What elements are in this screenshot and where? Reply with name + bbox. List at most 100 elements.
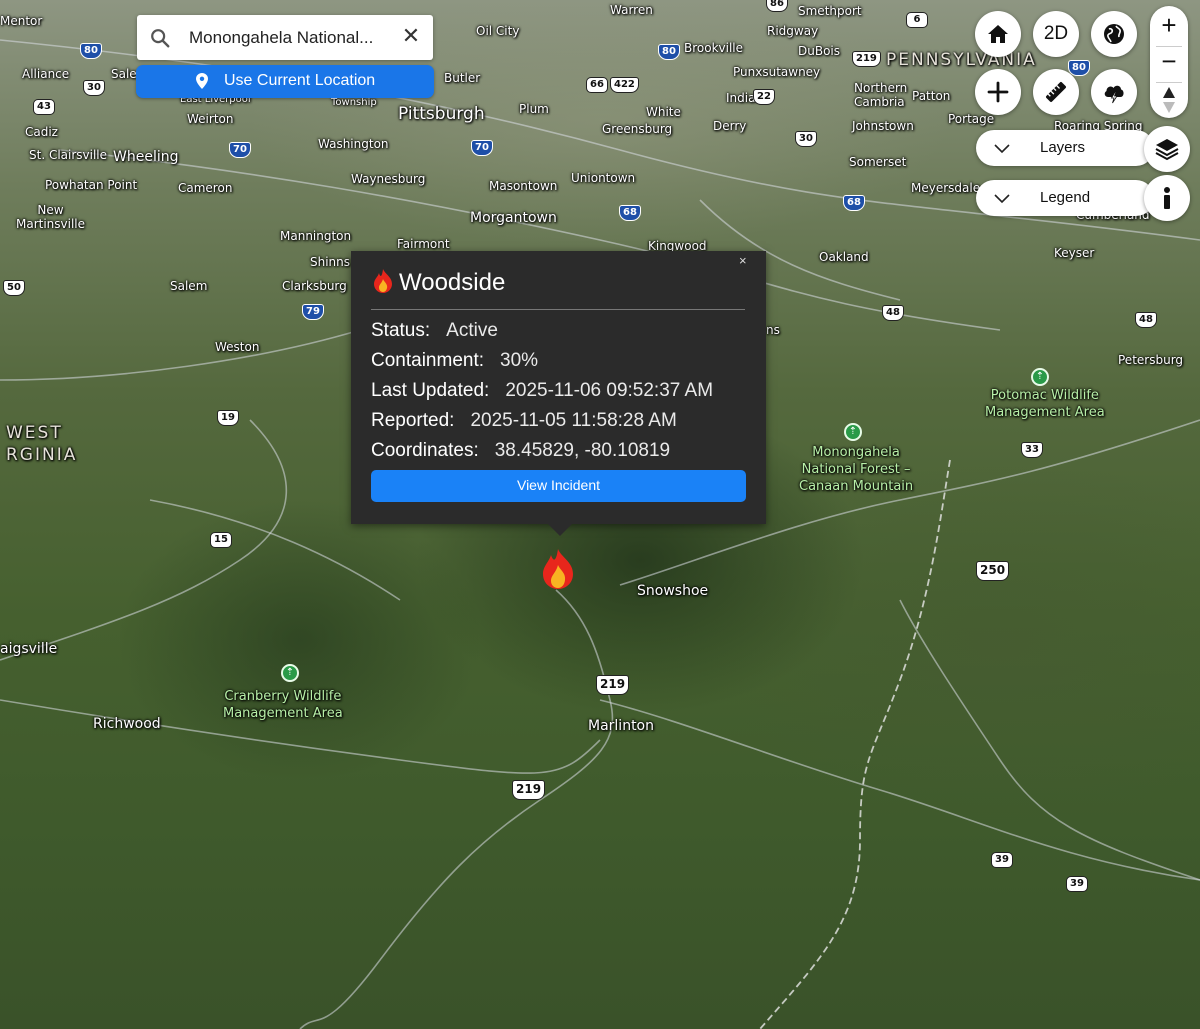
view-incident-button[interactable]: View Incident [371, 470, 746, 502]
incident-status-row: Status: Active [371, 320, 498, 342]
search-box[interactable]: ✕ [137, 15, 433, 60]
ruler-icon [1046, 82, 1066, 102]
place-label-cameron: Cameron [178, 181, 233, 195]
layers-label: Layers [1040, 139, 1086, 156]
place-label-smethport: Smethport [798, 4, 862, 18]
park-label-potomac: Potomac Wildlife Management Area [985, 388, 1105, 420]
place-label-derry: Derry [713, 119, 747, 133]
row-label: Last Updated: [371, 380, 490, 401]
route-shield: 19 [217, 410, 239, 426]
zoom-in-button[interactable]: + [1150, 8, 1188, 44]
row-value: 2025-11-05 11:58:28 AM [470, 410, 677, 431]
search-input[interactable] [187, 23, 381, 53]
state-label-west-virginia: WEST RGINIA [6, 423, 78, 465]
place-label-shinnston: Shinns [310, 255, 351, 269]
route-shield: 33 [1021, 442, 1043, 458]
home-button[interactable] [975, 11, 1021, 57]
zoom-control: + − [1150, 6, 1188, 118]
row-label: Containment: [371, 350, 485, 371]
info-button[interactable] [1144, 175, 1190, 221]
route-shield: 39 [1066, 876, 1088, 892]
row-value: Active [446, 320, 498, 341]
place-label-craigsville: aigsville [0, 641, 58, 657]
park-label-cranberry: Cranberry Wildlife Management Area [223, 689, 343, 721]
place-label-weirton: Weirton [187, 112, 234, 126]
place-label-dubois: DuBois [798, 44, 841, 58]
incident-reported-row: Reported: 2025-11-05 11:58:28 AM [371, 410, 677, 432]
place-label-mannington: Mannington [280, 229, 352, 243]
zoom-out-button[interactable]: − [1150, 44, 1188, 80]
cloud-lightning-icon [1104, 85, 1124, 104]
route-shield: 30 [83, 80, 105, 96]
place-label-oil-city: Oil City [476, 24, 520, 38]
layers-button[interactable] [1144, 126, 1190, 172]
route-shield: 48 [1135, 312, 1157, 328]
popup-divider [371, 309, 745, 310]
park-marker-icon[interactable]: ⇡ [281, 664, 299, 682]
place-label-portage: Portage [948, 112, 995, 126]
park-marker-icon[interactable]: ⇡ [1031, 368, 1049, 386]
state-label-pennsylvania: PENNSYLVANIA [886, 50, 1037, 70]
route-shield: 80 [80, 43, 102, 59]
route-shield: 39 [991, 852, 1013, 868]
row-value: 30% [500, 350, 539, 371]
search-icon [151, 29, 170, 48]
place-label-johnstown: Johnstown [852, 119, 914, 133]
place-label-salem-wv: Salem [170, 279, 208, 293]
route-shield: 48 [882, 305, 904, 321]
route-shield: 68 [843, 195, 865, 211]
place-label-somerset: Somerset [849, 155, 907, 169]
park-label-monongahela: Monongahela National Forest – Canaan Mou… [799, 445, 914, 494]
close-icon[interactable]: ✕ [399, 25, 423, 49]
route-shield: 70 [229, 142, 251, 158]
place-label-oakland: Oakland [819, 250, 869, 264]
place-label-alliance: Alliance [22, 67, 70, 81]
incident-popup: × Woodside Status: Active Containment: 30%… [351, 251, 766, 536]
place-label-uniontown: Uniontown [571, 171, 636, 185]
compass-icon [1163, 87, 1175, 113]
place-label-waynesburg: Waynesburg [351, 172, 426, 186]
place-label-new-martinsville: New Martinsville [16, 203, 86, 231]
place-label-ridgway: Ridgway [767, 24, 819, 38]
place-label-northern-cambria: Northern Cambria [854, 81, 908, 109]
route-shield: 22 [753, 89, 775, 105]
chevron-down-icon [994, 144, 1010, 154]
fire-icon[interactable] [540, 548, 576, 590]
chevron-down-icon [994, 194, 1010, 204]
place-label-masontown: Masontown [489, 179, 558, 193]
place-label-washington: Washington [318, 137, 389, 151]
place-label-richwood: Richwood [93, 716, 161, 732]
layers-toggle-button[interactable]: Layers [976, 130, 1154, 166]
fire-icon [374, 269, 392, 293]
route-shield: 6 [906, 12, 928, 28]
park-marker-icon[interactable]: ⇡ [844, 423, 862, 441]
route-shield: 43 [33, 99, 55, 115]
route-shield: 86 [766, 0, 788, 12]
legend-toggle-button[interactable]: Legend [976, 180, 1154, 216]
place-label-wheeling: Wheeling [113, 149, 179, 165]
place-label-keyser: Keyser [1054, 246, 1095, 260]
popup-pointer [548, 524, 572, 536]
add-button[interactable] [975, 69, 1021, 115]
compass-button[interactable] [1150, 82, 1188, 118]
route-shield: 219 [596, 675, 630, 695]
route-shield: 250 [976, 561, 1010, 581]
place-label-warren: Warren [610, 3, 653, 17]
use-current-location-button[interactable]: Use Current Location [136, 65, 434, 98]
row-label: Coordinates: [371, 440, 479, 461]
place-label-powhatan-point: Powhatan Point [45, 178, 138, 192]
place-label-clarksburg: Clarksburg [282, 279, 347, 293]
close-icon[interactable]: × [739, 253, 747, 268]
measure-button[interactable] [1033, 69, 1079, 115]
route-shield: 80 [658, 44, 680, 60]
place-label-st-clairsville: St. Clairsville [29, 148, 108, 162]
home-icon [988, 25, 1008, 43]
view-mode-2d-button[interactable]: 2D [1033, 11, 1079, 57]
route-shield: 422 [610, 77, 639, 93]
place-label-brookville: Brookville [684, 41, 744, 55]
globe-button[interactable] [1091, 11, 1137, 57]
route-shield: 79 [302, 304, 324, 320]
place-label-butler: Butler [444, 71, 481, 85]
place-label-snowshoe: Snowshoe [637, 583, 709, 599]
weather-button[interactable] [1091, 69, 1137, 115]
